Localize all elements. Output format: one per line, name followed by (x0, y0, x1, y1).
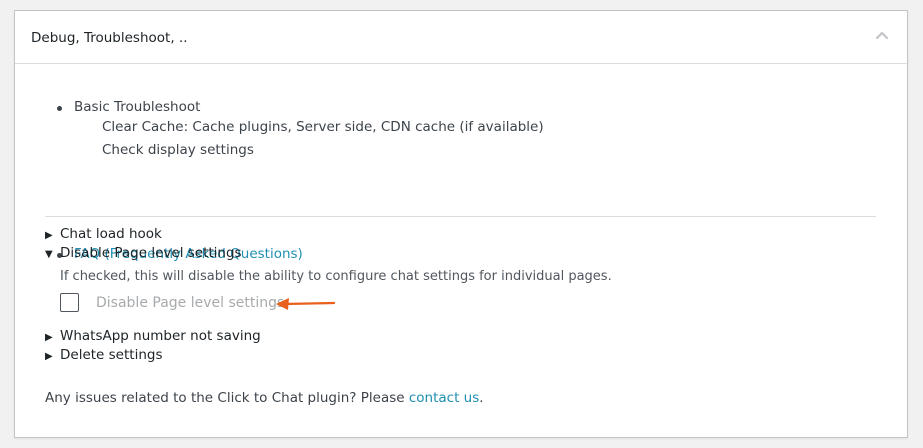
footer-text-end: . (479, 390, 484, 406)
triangle-down-icon: ▼ (45, 249, 53, 260)
list-item: Basic Troubleshoot Clear Cache: Cache pl… (57, 99, 544, 177)
panel-title: Debug, Troubleshoot, .. (31, 30, 188, 46)
disable-page-settings-checkbox[interactable] (60, 293, 79, 312)
arrow-left-icon (276, 298, 336, 310)
panel-header[interactable]: Debug, Troubleshoot, .. (15, 11, 907, 64)
triangle-right-icon: ▶ (45, 351, 53, 362)
accordion-disable-page-level-settings[interactable]: ▼ Disable Page level settings (45, 245, 242, 261)
bullet-icon (57, 106, 62, 111)
accordion-label: WhatsApp number not saving (60, 328, 261, 344)
checkbox-label[interactable]: Disable Page level settings (96, 295, 284, 311)
footer-text: Any issues related to the Click to Chat … (45, 390, 409, 406)
chevron-up-icon[interactable] (875, 28, 889, 42)
troubleshoot-item: Clear Cache: Cache plugins, Server side,… (102, 119, 544, 135)
accordion-whatsapp-number-not-saving[interactable]: ▶ WhatsApp number not saving (45, 328, 261, 344)
contact-us-link[interactable]: contact us (409, 390, 479, 406)
divider (45, 216, 876, 217)
troubleshoot-item: Check display settings (102, 142, 254, 158)
triangle-right-icon: ▶ (45, 230, 53, 241)
accordion-label: Delete settings (60, 347, 163, 363)
accordion-delete-settings[interactable]: ▶ Delete settings (45, 347, 162, 363)
troubleshoot-list: Basic Troubleshoot Clear Cache: Cache pl… (57, 99, 544, 262)
debug-panel: Debug, Troubleshoot, .. Basic Troublesho… (14, 10, 908, 438)
accordion-label: Disable Page level settings (60, 245, 242, 261)
footer-note: Any issues related to the Click to Chat … (45, 390, 484, 406)
setting-description: If checked, this will disable the abilit… (60, 269, 612, 284)
troubleshoot-heading: Basic Troubleshoot (74, 99, 201, 115)
accordion-chat-load-hook[interactable]: ▶ Chat load hook (45, 226, 162, 242)
accordion-label: Chat load hook (60, 226, 162, 242)
triangle-right-icon: ▶ (45, 332, 53, 343)
